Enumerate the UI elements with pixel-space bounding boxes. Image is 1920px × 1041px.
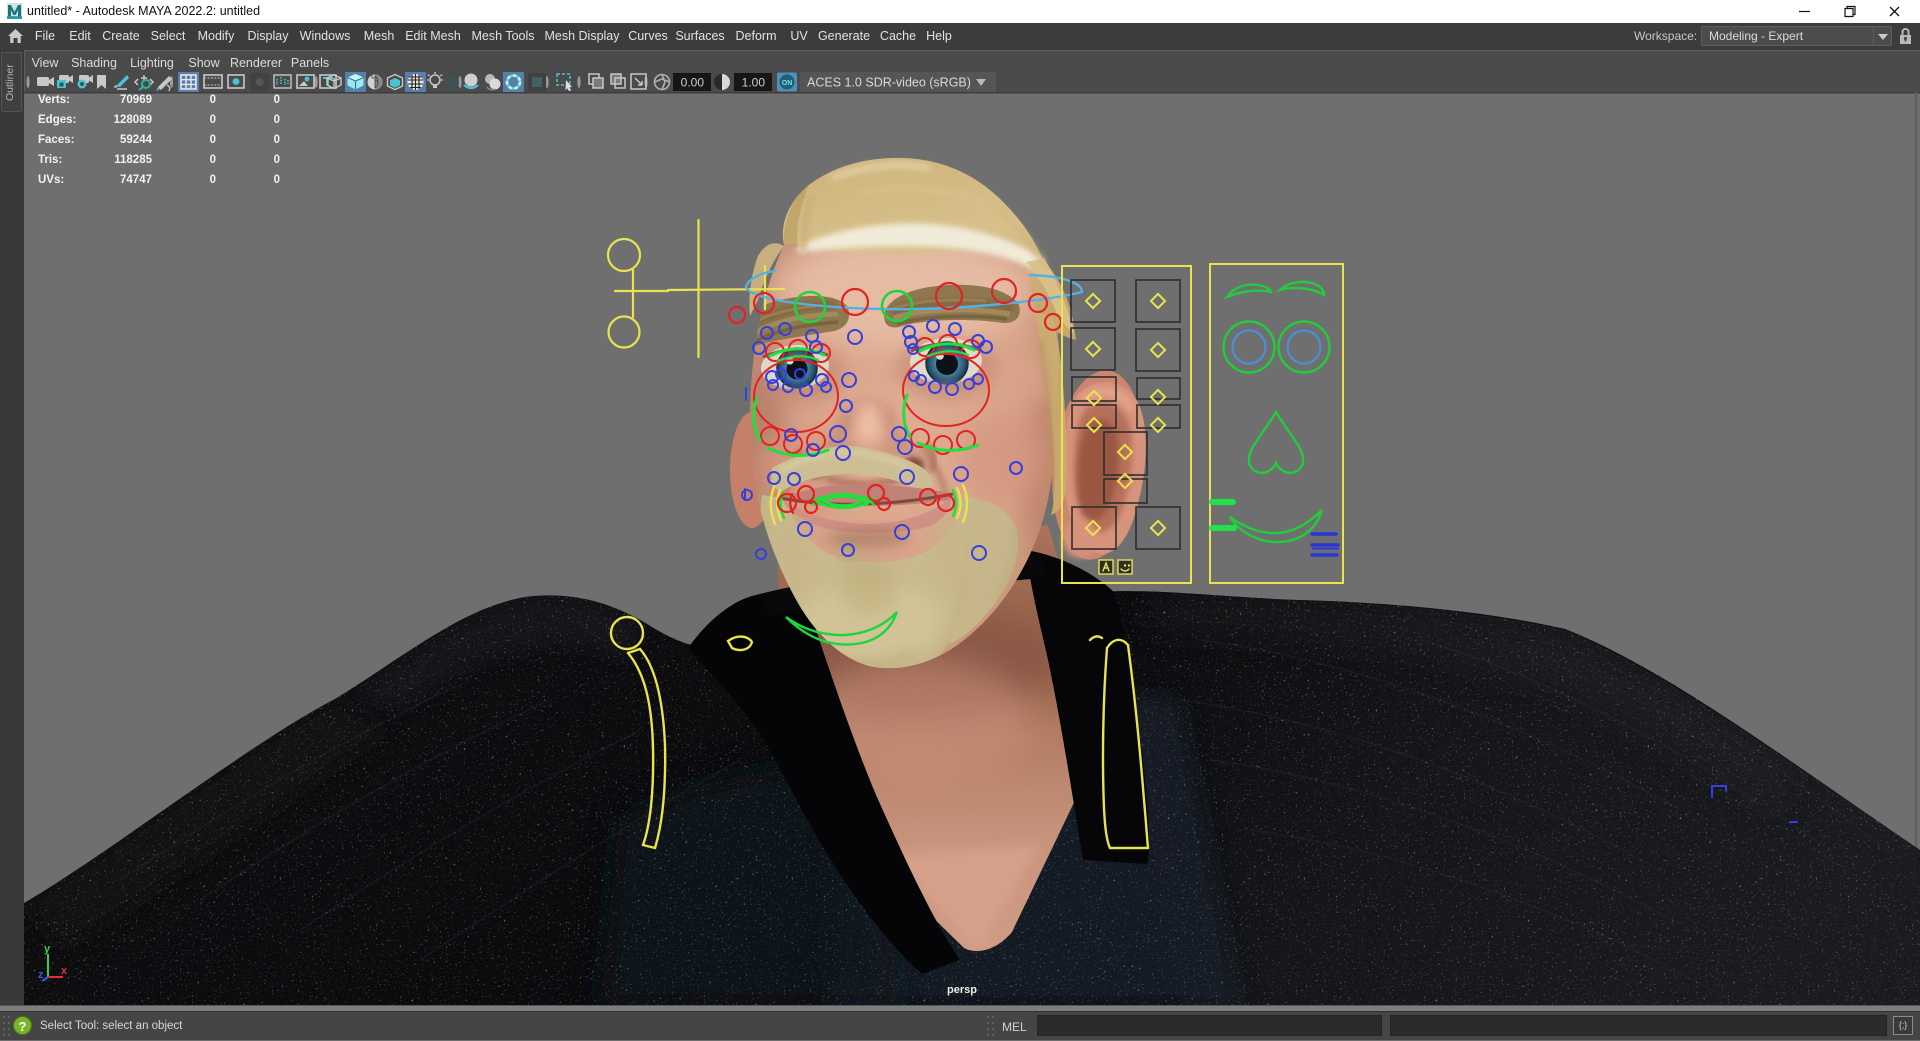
svg-text:ACES 1.0 SDR-video (sRGB): ACES 1.0 SDR-video (sRGB) xyxy=(807,76,971,90)
svg-text:74747: 74747 xyxy=(120,174,152,186)
svg-text:UVs:: UVs: xyxy=(38,174,64,186)
svg-text:0: 0 xyxy=(210,94,216,106)
svg-text:x: x xyxy=(61,965,68,977)
svg-text:70969: 70969 xyxy=(120,94,152,106)
svg-text:0: 0 xyxy=(210,174,216,186)
svg-text:1.00: 1.00 xyxy=(742,76,766,90)
svg-text:Tris:: Tris: xyxy=(38,154,62,166)
svg-text:0: 0 xyxy=(274,94,280,106)
svg-text:128089: 128089 xyxy=(114,114,152,126)
svg-text:0: 0 xyxy=(274,174,280,186)
svg-text:Faces:: Faces: xyxy=(38,134,74,146)
svg-text:118285: 118285 xyxy=(114,154,152,166)
svg-text:0: 0 xyxy=(274,154,280,166)
svg-text:0: 0 xyxy=(210,114,216,126)
svg-text:0.00: 0.00 xyxy=(681,76,705,90)
svg-text:z: z xyxy=(38,969,44,981)
svg-text:persp: persp xyxy=(947,984,977,996)
svg-text:Verts:: Verts: xyxy=(38,94,70,106)
svg-text:ON: ON xyxy=(782,80,793,87)
svg-text:0: 0 xyxy=(274,114,280,126)
svg-text:y: y xyxy=(44,943,51,955)
svg-text:0: 0 xyxy=(274,134,280,146)
svg-text:Edges:: Edges: xyxy=(38,114,76,126)
svg-text:0: 0 xyxy=(210,154,216,166)
svg-text:59244: 59244 xyxy=(120,134,153,146)
svg-text:0: 0 xyxy=(210,134,216,146)
